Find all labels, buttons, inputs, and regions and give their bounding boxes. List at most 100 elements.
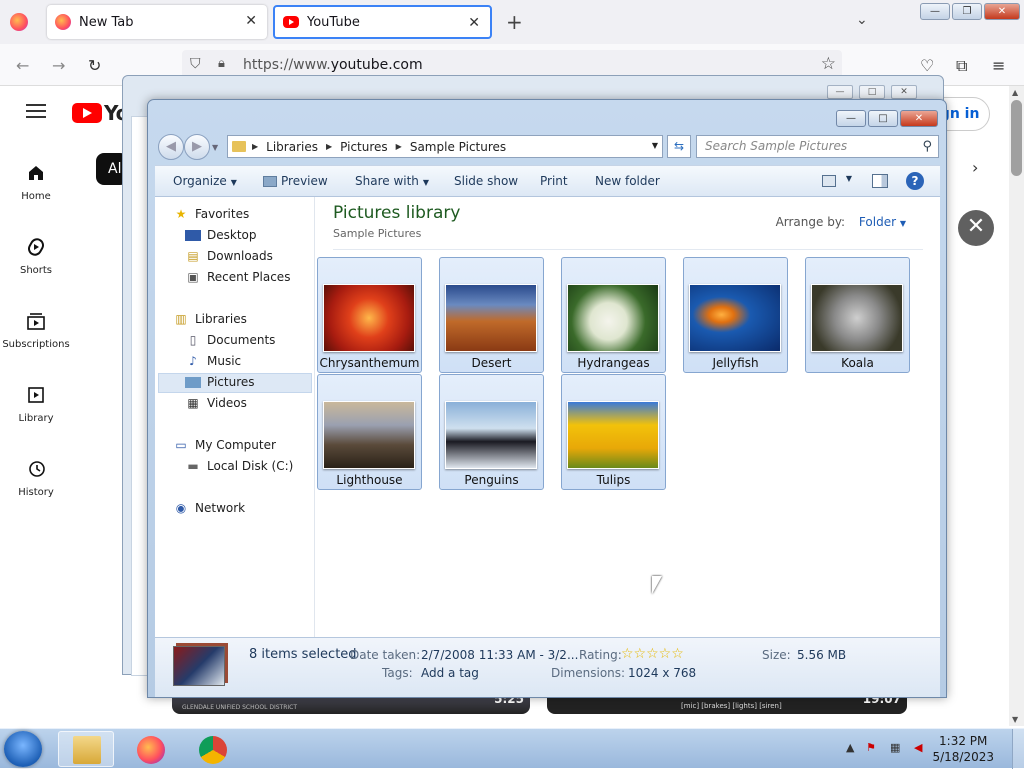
system-clock[interactable]: 1:32 PM 5/18/2023 (932, 733, 994, 765)
maximize-button[interactable]: □ (859, 85, 885, 99)
recent-pages-dropdown-icon[interactable]: ▼ (212, 134, 218, 162)
back-icon[interactable]: ← (16, 56, 29, 75)
new-tab-button[interactable]: + (506, 10, 523, 34)
tab-youtube[interactable]: YouTube ✕ (273, 5, 492, 39)
taskbar-chrome[interactable] (184, 731, 240, 767)
minimize-button[interactable]: — (920, 3, 950, 20)
close-button[interactable]: ✕ (900, 110, 938, 127)
minimize-button[interactable]: — (836, 110, 866, 127)
file-tile[interactable]: Tulips (561, 374, 666, 490)
nav-my-computer[interactable]: ▭ My Computer (173, 438, 276, 452)
sidebar-item-subscriptions[interactable]: Subscriptions (0, 311, 72, 350)
print-button[interactable]: Print (540, 174, 568, 188)
new-folder-button[interactable]: New folder (595, 174, 660, 188)
help-icon[interactable]: ? (906, 172, 924, 190)
reload-icon[interactable]: ↻ (88, 56, 101, 75)
extensions-icon[interactable]: ⧉ (956, 56, 967, 76)
page-scrollbar[interactable]: ▲ ▼ (1009, 86, 1024, 726)
nav-pictures[interactable]: Pictures (185, 375, 255, 389)
youtube-logo-icon[interactable] (72, 103, 102, 123)
file-tile[interactable]: Jellyfish (683, 257, 788, 373)
breadcrumb-separator-icon[interactable]: ▶ (396, 142, 402, 151)
close-tab-icon[interactable]: ✕ (468, 15, 480, 31)
show-hidden-icons-icon[interactable]: ▲ (846, 741, 854, 754)
nav-recent-places[interactable]: ▣ Recent Places (185, 270, 290, 284)
file-tile[interactable]: Hydrangeas (561, 257, 666, 373)
forward-button[interactable]: ▶ (184, 134, 210, 160)
network-tray-icon[interactable]: ▦ (890, 741, 900, 754)
hamburger-menu-icon[interactable] (26, 104, 46, 118)
back-button[interactable]: ◀ (158, 134, 184, 160)
nav-favorites[interactable]: ★ Favorites (173, 207, 250, 221)
refresh-button[interactable]: ⇆ (667, 135, 691, 158)
close-overlay-button[interactable]: ✕ (958, 210, 994, 246)
nav-desktop[interactable]: Desktop (185, 228, 257, 242)
tags-value[interactable]: Add a tag (421, 666, 479, 680)
volume-muted-icon[interactable]: ◀ (914, 741, 922, 754)
forward-icon[interactable]: → (52, 56, 65, 75)
url-text[interactable]: https://www.youtube.com (243, 57, 423, 73)
address-dropdown-icon[interactable]: ▼ (652, 141, 658, 150)
pocket-icon[interactable]: ♡ (920, 56, 934, 75)
share-with-button[interactable]: Share with ▼ (355, 174, 429, 188)
start-button[interactable] (4, 731, 42, 767)
tab-new-tab[interactable]: New Tab ✕ (47, 5, 267, 39)
breadcrumb-separator-icon[interactable]: ▶ (252, 142, 258, 151)
slide-show-button[interactable]: Slide show (454, 174, 518, 188)
chevron-right-icon[interactable]: › (972, 158, 978, 177)
search-icon[interactable]: ⚲ (922, 136, 932, 157)
breadcrumb-libraries[interactable]: Libraries (266, 140, 318, 154)
restore-button[interactable]: ❐ (952, 3, 982, 20)
close-window-button[interactable]: ✕ (984, 3, 1020, 20)
address-bar[interactable]: ▶ Libraries ▶ Pictures ▶ Sample Pictures… (227, 135, 663, 158)
view-options-dropdown-icon[interactable]: ▼ (846, 174, 852, 183)
taskbar-explorer[interactable] (58, 731, 114, 767)
sidebar-item-history[interactable]: History (0, 459, 72, 498)
sidebar-item-label: Subscriptions (2, 339, 70, 350)
list-all-tabs-icon[interactable]: ⌄ (856, 12, 868, 28)
file-tile[interactable]: Koala (805, 257, 910, 373)
nav-network[interactable]: ◉ Network (173, 501, 245, 515)
maximize-button[interactable]: □ (868, 110, 898, 127)
close-button[interactable]: ✕ (891, 85, 917, 99)
search-input[interactable]: Search Sample Pictures ⚲ (696, 135, 939, 158)
breadcrumb-sample-pictures[interactable]: Sample Pictures (410, 140, 506, 154)
file-tile[interactable]: Chrysanthemum (317, 257, 422, 373)
show-desktop-button[interactable] (1012, 729, 1024, 769)
arrange-by-dropdown[interactable]: Folder ▼ (859, 215, 906, 229)
date-taken-value[interactable]: 2/7/2008 11:33 AM - 3/2... (421, 648, 578, 662)
sidebar-item-shorts[interactable]: Shorts (0, 237, 72, 276)
sidebar-item-library[interactable]: Library (0, 385, 72, 424)
file-tile[interactable]: Lighthouse (317, 374, 422, 490)
nav-videos[interactable]: ▦ Videos (185, 396, 247, 410)
organize-button[interactable]: Organize ▼ (173, 174, 237, 188)
tracking-shield-icon[interactable]: ⛉ (190, 56, 201, 72)
close-tab-icon[interactable]: ✕ (245, 13, 257, 29)
minimize-button[interactable]: — (827, 85, 853, 99)
nav-local-disk[interactable]: ▬ Local Disk (C:) (185, 459, 293, 473)
preview-pane-icon[interactable] (872, 174, 888, 188)
file-tile[interactable]: Desert (439, 257, 544, 373)
file-list-pane: Pictures library Sample Pictures Arrange… (316, 197, 940, 637)
file-tile[interactable]: Penguins (439, 374, 544, 490)
lock-icon[interactable]: 🔒︎ (218, 56, 225, 71)
scrollbar-thumb[interactable] (1011, 100, 1022, 176)
bookmark-star-icon[interactable]: ☆ (821, 54, 836, 74)
breadcrumb-separator-icon[interactable]: ▶ (326, 142, 332, 151)
action-center-icon[interactable]: ⚑ (866, 741, 876, 754)
breadcrumb-pictures[interactable]: Pictures (340, 140, 388, 154)
scroll-down-icon[interactable]: ▼ (1012, 715, 1018, 724)
nav-libraries[interactable]: ▥ Libraries (173, 312, 247, 326)
scroll-up-icon[interactable]: ▲ (1012, 88, 1018, 97)
preview-button[interactable]: Preview (263, 174, 328, 188)
nav-downloads[interactable]: ▤ Downloads (185, 249, 273, 263)
firefox-menu-icon[interactable] (10, 13, 28, 31)
taskbar-firefox[interactable] (122, 731, 178, 767)
nav-documents[interactable]: ▯ Documents (185, 333, 276, 347)
browser-tab-bar: New Tab ✕ YouTube ✕ + ⌄ — ❐ ✕ (0, 0, 1024, 44)
app-menu-icon[interactable]: ≡ (992, 56, 1005, 75)
change-view-icon[interactable] (822, 175, 836, 187)
rating-stars[interactable]: ☆☆☆☆☆ (621, 646, 684, 662)
sidebar-item-home[interactable]: Home (0, 163, 72, 202)
nav-music[interactable]: ♪ Music (185, 354, 241, 368)
